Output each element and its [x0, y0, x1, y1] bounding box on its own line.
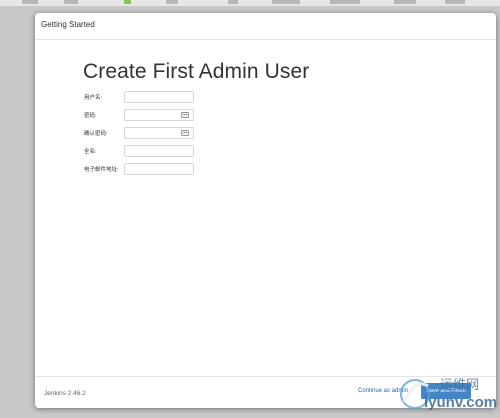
email-label: 电子邮件地址:: [84, 167, 119, 173]
confirm-password-label: 确认密码:: [84, 131, 108, 137]
watermark-en-text: iyunv.com: [424, 394, 497, 411]
username-input[interactable]: [124, 91, 194, 103]
key-icon[interactable]: [181, 130, 189, 136]
bookmark-item[interactable]: [394, 0, 416, 4]
version-text: Jenkins 2.46.2: [44, 390, 86, 397]
dialog-header: Getting Started: [35, 13, 496, 40]
page-title: Create First Admin User: [83, 60, 310, 83]
bookmark-item[interactable]: [445, 0, 465, 4]
fullname-input[interactable]: [124, 145, 194, 157]
watermark-cn-text: 运维网: [440, 378, 479, 393]
email-input[interactable]: [124, 163, 194, 175]
bookmark-item[interactable]: [330, 0, 360, 4]
bookmark-item[interactable]: [64, 0, 78, 4]
bookmark-item[interactable]: [272, 0, 300, 4]
bookmark-item[interactable]: [22, 0, 38, 4]
setup-wizard-dialog: Getting Started Create First Admin User …: [35, 13, 496, 408]
username-label: 用户名:: [84, 95, 103, 101]
bookmark-icon[interactable]: [124, 0, 131, 4]
password-label: 密码:: [84, 113, 97, 119]
browser-bookmarks-strip: [0, 0, 500, 7]
bookmark-item[interactable]: [228, 0, 238, 4]
dialog-title: Getting Started: [41, 20, 95, 29]
bookmark-item[interactable]: [166, 0, 178, 4]
fullname-label: 全名:: [84, 149, 97, 155]
key-icon[interactable]: [181, 112, 189, 118]
site-watermark: 运维网 iyunv.com: [399, 378, 497, 411]
